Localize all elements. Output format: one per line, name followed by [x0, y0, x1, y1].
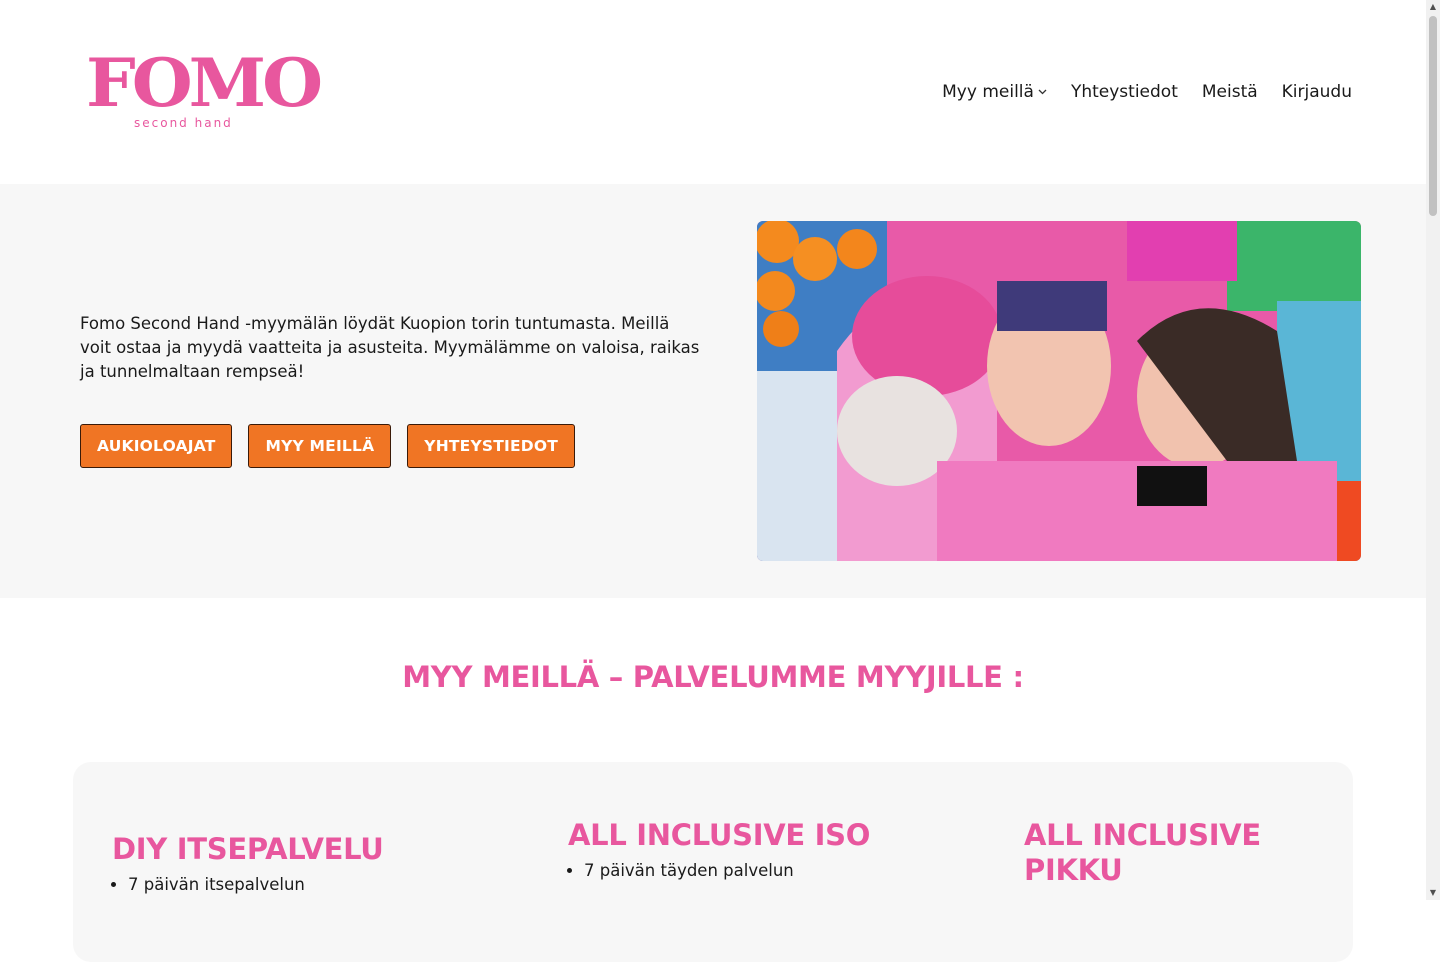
main-nav: Myy meillä Yhteystiedot Meistä Kirjaudu [918, 80, 1352, 104]
nav-item-yhteystiedot[interactable]: Yhteystiedot [1071, 80, 1178, 104]
opening-hours-button[interactable]: AUKIOLOAJAT [80, 424, 233, 468]
site-header: FOMO second hand Myy meillä Yhteystiedot… [0, 0, 1426, 184]
hero-photo [757, 221, 1361, 561]
page-scrollbar[interactable]: ▲ ▼ [1426, 0, 1440, 900]
nav-item-kirjaudu[interactable]: Kirjaudu [1282, 80, 1352, 104]
service-all-inclusive-pikku: ALL INCLUSIVE PIKKU [1024, 818, 1284, 888]
contact-button[interactable]: YHTEYSTIEDOT [407, 424, 575, 468]
logo-tagline: second hand [134, 116, 233, 130]
fomo-logo[interactable]: FOMO second hand [86, 50, 323, 134]
services-title: MYY MEILLÄ – PALVELUMME MYYJILLE : [402, 660, 1024, 694]
service-title: ALL INCLUSIVE ISO [568, 818, 871, 852]
nav-item-label: Myy meillä [942, 82, 1034, 102]
service-title: DIY ITSEPALVELU [112, 832, 384, 866]
people-photo-illustration [757, 221, 1361, 561]
hero-description: Fomo Second Hand -myymälän löydät Kuopio… [80, 314, 700, 381]
chevron-down-icon [1038, 80, 1047, 104]
services-card: DIY ITSEPALVELU 7 päivän itsepalvelun AL… [73, 762, 1353, 962]
service-title: ALL INCLUSIVE PIKKU [1024, 818, 1261, 887]
service-all-inclusive-iso: ALL INCLUSIVE ISO 7 päivän täyden palvel… [568, 818, 968, 883]
service-diy: DIY ITSEPALVELU 7 päivän itsepalvelun [112, 832, 512, 897]
scroll-down-icon[interactable]: ▼ [1426, 886, 1440, 900]
list-item: 7 päivän täyden palvelun [584, 859, 968, 883]
nav-item-myy-meilla[interactable]: Myy meillä [942, 80, 1047, 104]
scrollbar-thumb[interactable] [1429, 16, 1437, 216]
service-list: 7 päivän täyden palvelun [568, 859, 968, 883]
sell-with-us-button[interactable]: MYY MEILLÄ [248, 424, 392, 468]
logo-wordmark: FOMO [86, 43, 323, 123]
nav-item-meista[interactable]: Meistä [1202, 80, 1258, 104]
hero-section: Fomo Second Hand -myymälän löydät Kuopio… [0, 184, 1426, 598]
scroll-up-icon[interactable]: ▲ [1426, 0, 1440, 14]
service-list: 7 päivän itsepalvelun [112, 873, 512, 897]
hero-buttons: AUKIOLOAJAT MYY MEILLÄ YHTEYSTIEDOT [80, 424, 575, 468]
list-item: 7 päivän itsepalvelun [128, 873, 512, 897]
